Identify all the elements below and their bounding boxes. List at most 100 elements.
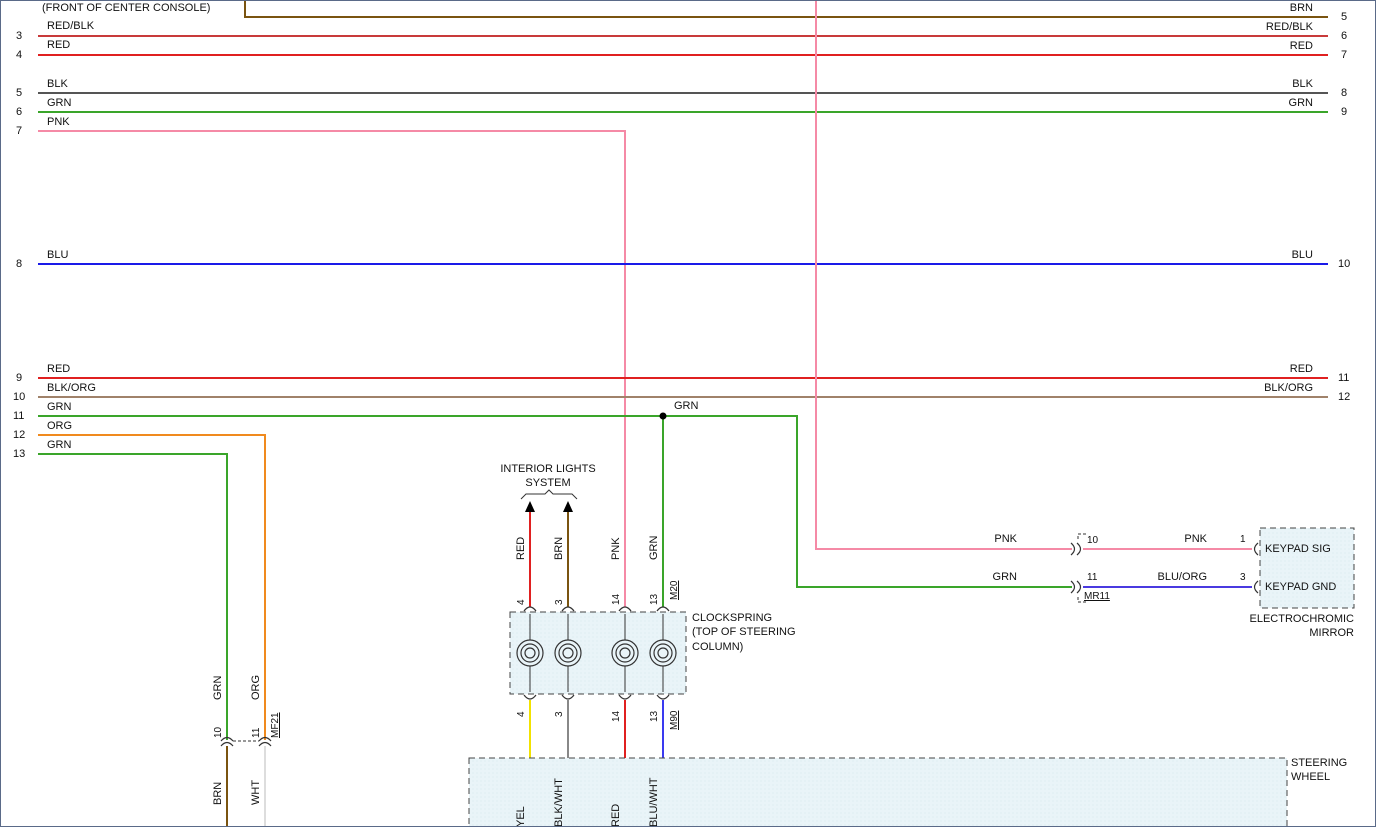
arrow-up-icon <box>563 501 573 512</box>
mf21-pin-10: 10 <box>213 726 224 738</box>
cs-top-color-pnk: PNK <box>610 537 622 560</box>
right-pin-12: 12 <box>1338 391 1350 403</box>
mr11-out-color-blu-org: BLU/ORG <box>1157 571 1207 583</box>
wire-grn-3 <box>38 453 228 740</box>
right-label-grn: GRN <box>1289 97 1314 109</box>
left-label-blk-org: BLK/ORG <box>47 382 96 394</box>
mf21-pin-11: 11 <box>251 727 262 738</box>
mirror-keypad-gnd-label: KEYPAD GND <box>1265 581 1336 593</box>
clockspring-bottom-connectors <box>523 694 670 700</box>
mirror-box <box>1259 527 1355 609</box>
mirror-keypad-sig-label: KEYPAD SIG <box>1265 543 1331 555</box>
mf21-connector-icon <box>220 736 272 747</box>
cs-top-pin-14: 14 <box>611 593 622 605</box>
wire-pnk-vertical <box>815 0 1072 550</box>
left-label-red-blk: RED/BLK <box>47 20 95 32</box>
cs-top-connector-name: M20 <box>669 580 680 600</box>
mr11-out-color-pnk: PNK <box>1184 533 1207 545</box>
cs-bottom-color-red: RED <box>610 804 622 827</box>
left-pin-6: 6 <box>16 106 22 118</box>
mirror-label-2: MIRROR <box>1309 627 1354 639</box>
cs-top-color-brn: BRN <box>553 537 565 560</box>
clockspring-top-connectors <box>523 606 670 612</box>
clockspring-label-2: (TOP OF STEERING <box>692 626 796 638</box>
mirror-connector-icon <box>1253 542 1259 594</box>
mr11-connector-icon <box>1070 542 1082 594</box>
mr11-connector-name: MR11 <box>1084 591 1110 602</box>
cs-bottom-color-yel: YEL <box>515 806 527 827</box>
right-pin-7: 7 <box>1341 49 1347 61</box>
cs-bottom-pin-4: 4 <box>516 711 527 717</box>
cs-top-pin-4: 4 <box>516 599 527 605</box>
cs-bottom-color-blk-wht: BLK/WHT <box>553 778 565 827</box>
left-label-org: ORG <box>47 420 72 432</box>
left-label-blk: BLK <box>47 78 68 90</box>
right-label-red: RED <box>1290 40 1313 52</box>
left-pin-7: 7 <box>16 125 22 137</box>
left-label-blu: BLU <box>47 249 68 261</box>
right-pin-6: 6 <box>1341 30 1347 42</box>
right-label-red-2: RED <box>1290 363 1313 375</box>
steering-wheel-label-1: STEERING <box>1291 757 1347 769</box>
left-pin-11: 11 <box>13 410 24 422</box>
splice-dot <box>659 412 667 420</box>
left-label-red-2: RED <box>47 363 70 375</box>
right-pin-10: 10 <box>1338 258 1350 270</box>
wire-brn-top <box>244 0 1328 18</box>
mf21-connector-name: MF21 <box>270 712 281 738</box>
steering-wheel-label-2: WHEEL <box>1291 771 1330 783</box>
mf21-bottom-color-brn: BRN <box>212 782 224 805</box>
cs-bottom-color-blu-wht: BLU/WHT <box>648 777 660 827</box>
splice-label: GRN <box>674 400 699 412</box>
left-pin-9: 9 <box>16 372 22 384</box>
steering-wheel-box <box>468 757 1288 827</box>
left-pin-4: 4 <box>16 49 22 61</box>
cs-bottom-pin-14: 14 <box>611 710 622 722</box>
mf21-top-color-grn: GRN <box>212 676 224 701</box>
cs-top-pin-13: 13 <box>649 593 660 605</box>
right-pin-8: 8 <box>1341 87 1347 99</box>
front-console-label: (FRONT OF CENTER CONSOLE) <box>42 2 210 14</box>
mirror-pin-1: 1 <box>1240 534 1246 545</box>
left-label-pnk: PNK <box>47 116 70 128</box>
wire-grn-2 <box>38 415 1072 588</box>
right-label-blk: BLK <box>1292 78 1313 90</box>
clockspring-label-3: COLUMN) <box>692 641 743 653</box>
left-pin-8: 8 <box>16 258 22 270</box>
right-label-red-blk: RED/BLK <box>1266 21 1314 33</box>
cs-bottom-connector-name: M90 <box>669 710 680 730</box>
mr11-in-color-grn: GRN <box>993 571 1018 583</box>
mr11-pin-10: 10 <box>1087 535 1099 546</box>
cs-bottom-pin-3: 3 <box>554 711 565 717</box>
cs-top-pin-3: 3 <box>554 599 565 605</box>
cs-top-color-grn: GRN <box>648 536 660 561</box>
wire-pnk <box>38 130 626 607</box>
interior-lights-label-2: SYSTEM <box>525 477 570 489</box>
left-label-grn-3: GRN <box>47 439 72 451</box>
mirror-pin-3: 3 <box>1240 572 1246 583</box>
arrow-up-icon <box>525 501 535 512</box>
interior-lights-bracket <box>520 489 578 500</box>
mr11-in-color-pnk: PNK <box>994 533 1017 545</box>
wire-org <box>38 434 266 740</box>
wiring-diagram: (FRONT OF CENTER CONSOLE) 3 RED/BLK 4 RE… <box>13 0 1355 827</box>
mirror-label-1: ELECTROCHROMIC <box>1249 613 1354 625</box>
left-pin-10: 10 <box>13 391 25 403</box>
right-pin-11: 11 <box>1338 372 1349 384</box>
right-label-brn: BRN <box>1290 2 1313 14</box>
right-label-blk-org: BLK/ORG <box>1264 382 1313 394</box>
left-pin-3: 3 <box>16 30 22 42</box>
left-label-red: RED <box>47 39 70 51</box>
left-label-grn: GRN <box>47 97 72 109</box>
right-pin-9: 9 <box>1341 106 1347 118</box>
clockspring-label-1: CLOCKSPRING <box>692 612 772 624</box>
left-pin-13: 13 <box>13 448 25 460</box>
mf21-bottom-color-wht: WHT <box>250 780 262 805</box>
left-pin-12: 12 <box>13 429 25 441</box>
mr11-pin-11: 11 <box>1087 572 1098 583</box>
cs-top-color-red: RED <box>515 537 527 560</box>
interior-lights-label-1: INTERIOR LIGHTS <box>500 463 595 475</box>
mf21-top-color-org: ORG <box>250 675 262 700</box>
right-pin-5: 5 <box>1341 11 1347 23</box>
left-pin-5: 5 <box>16 87 22 99</box>
